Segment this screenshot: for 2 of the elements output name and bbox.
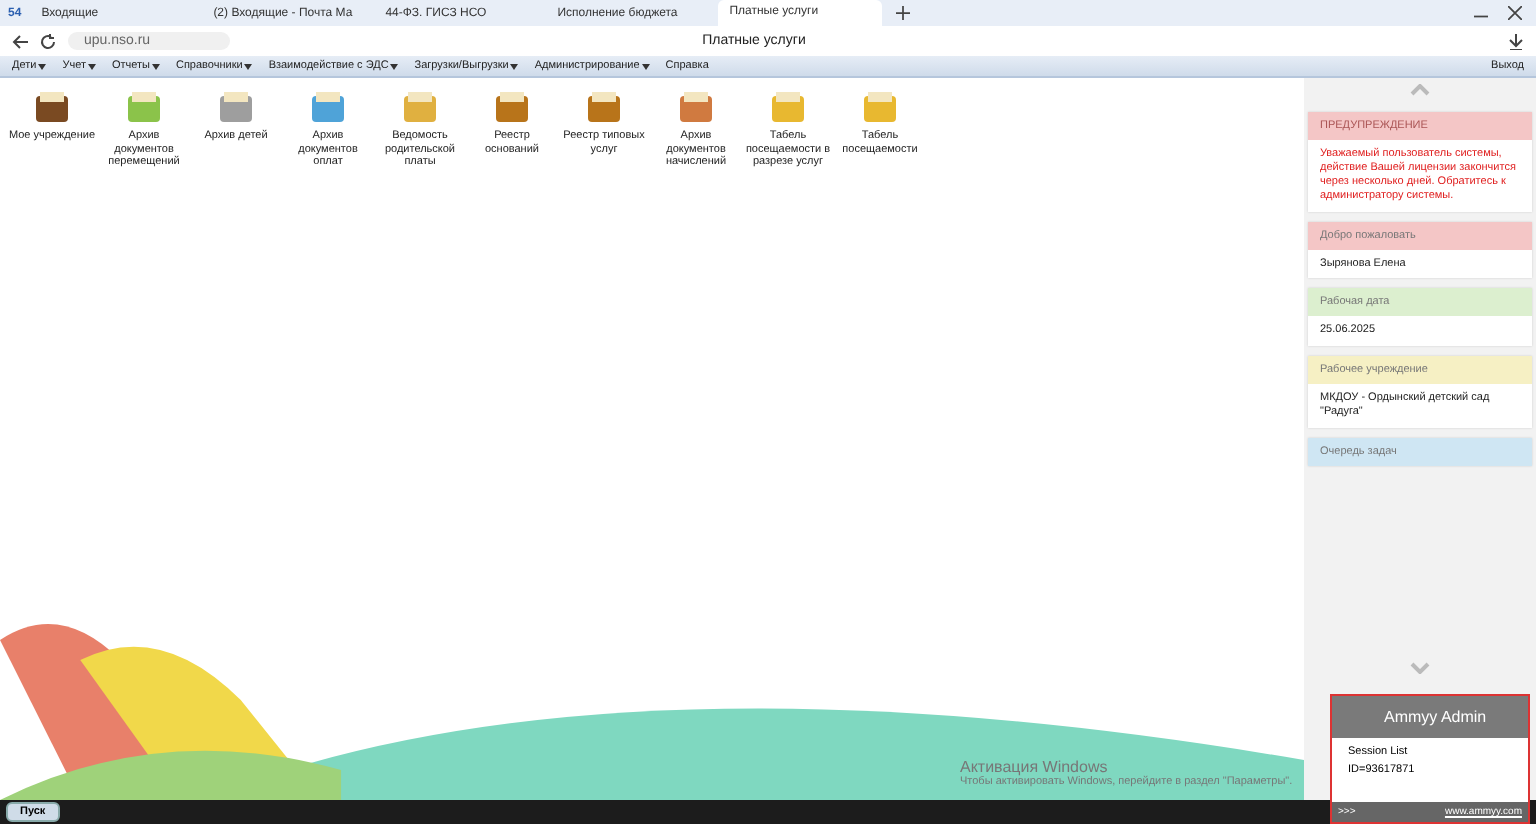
popup-title: Ammyy Admin [1332,696,1528,738]
activation-title: Активация Windows [960,758,1108,776]
